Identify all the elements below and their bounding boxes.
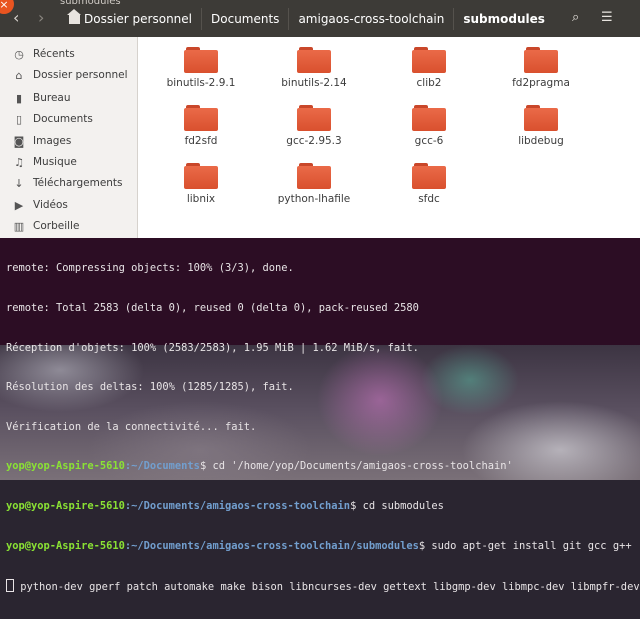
sidebar-item-label: Récents: [33, 48, 75, 60]
folder-label: binutils-2.9.1: [166, 77, 236, 89]
folder-icon: [184, 47, 218, 73]
sidebar-item-label: Vidéos: [33, 199, 68, 211]
folder-label: python-lhafile: [277, 193, 351, 205]
sidebar-item-home[interactable]: ⌂ Dossier personnel: [0, 65, 137, 85]
terminal-cursor: [6, 579, 14, 593]
terminal-line: remote: Total 2583 (delta 0), reused 0 (…: [6, 302, 419, 314]
terminal-prompt-line: yop@yop-Aspire-5610:~/Documents/amigaos-…: [6, 540, 640, 553]
desktop-icon: ▮: [15, 91, 23, 105]
folder-item[interactable]: sfdc: [374, 155, 484, 215]
folder-label: fd2sfd: [184, 135, 218, 147]
folder-grid: binutils-2.9.1 binutils-2.14 clib2 fd2pr…: [138, 37, 640, 238]
clock-icon: ◷: [14, 47, 24, 61]
back-button[interactable]: ‹: [13, 10, 19, 26]
terminal-prompt-line: yop@yop-Aspire-5610:~/Documents/amigaos-…: [6, 500, 640, 513]
folder-label: gcc-2.95.3: [286, 135, 342, 147]
prompt-command: $ sudo apt-get install git gcc g++: [418, 539, 632, 552]
folder-label: libdebug: [518, 135, 564, 147]
sidebar: ◷ Récents ⌂ Dossier personnel ▮ Bureau ▯ Doc…: [0, 37, 138, 238]
terminal-line: Résolution des deltas: 100% (1285/1285),…: [6, 381, 294, 394]
folder-label: gcc-6: [414, 135, 444, 147]
prompt-path: :~/Documents/amigaos-cross-toolchain/sub…: [124, 539, 419, 552]
folder-icon: [184, 163, 218, 189]
prompt-user: yop@yop-Aspire-5610: [6, 539, 125, 552]
folder-label: libnix: [186, 193, 216, 205]
file-manager-window: × submodules ‹ › Dossier personnel Docum…: [0, 0, 640, 238]
terminal-input-line[interactable]: python-dev gperf patch automake make bis…: [6, 579, 640, 592]
folder-item[interactable]: fd2sfd: [146, 97, 256, 157]
folder-label: clib2: [416, 77, 442, 89]
folder-icon: [524, 105, 558, 131]
folder-item[interactable]: fd2pragma: [486, 39, 596, 99]
document-icon: ▯: [15, 112, 23, 126]
forward-button[interactable]: ›: [38, 10, 44, 26]
sidebar-item-corbeille[interactable]: ▥ Corbeille: [0, 216, 137, 236]
window-title: submodules: [60, 0, 121, 7]
sidebar-item-label: Téléchargements: [33, 177, 123, 189]
terminal-line: Réception d'objets: 100% (2583/2583), 1.…: [6, 341, 419, 354]
list-view-icon[interactable]: ☰: [601, 10, 613, 25]
terminal-output: remote: Compressing objects: 100% (3/3),…: [6, 236, 640, 619]
download-icon: ↓: [14, 176, 24, 190]
sidebar-item-musique[interactable]: ♫ Musique: [0, 152, 137, 172]
folder-icon: [524, 47, 558, 73]
sidebar-item-bureau[interactable]: ▮ Bureau: [0, 88, 137, 108]
sidebar-item-label: Images: [33, 135, 72, 147]
folder-item[interactable]: clib2: [374, 39, 484, 99]
search-icon[interactable]: ⌕: [572, 10, 579, 25]
folder-item[interactable]: binutils-2.9.1: [146, 39, 256, 99]
terminal-line: Vérification de la connectivité... fait.: [6, 420, 257, 433]
terminal-line: remote: Compressing objects: 100% (3/3),…: [6, 262, 294, 275]
prompt-user: yop@yop-Aspire-5610: [6, 460, 125, 473]
breadcrumb-amigaos-cross-toolchain[interactable]: amigaos-cross-toolchain: [288, 8, 453, 30]
folder-icon: [412, 163, 446, 189]
home-icon: ⌂: [15, 68, 23, 82]
folder-item[interactable]: python-lhafile: [259, 155, 369, 215]
home-icon: [67, 9, 81, 24]
music-icon: ♫: [14, 155, 24, 169]
prompt-path: :~/Documents/amigaos-cross-toolchain: [124, 499, 351, 512]
sidebar-item-telechargements[interactable]: ↓ Téléchargements: [0, 173, 137, 193]
folder-icon: [297, 47, 331, 73]
prompt-user: yop@yop-Aspire-5610: [6, 499, 125, 512]
folder-item[interactable]: gcc-6: [374, 97, 484, 157]
sidebar-item-images[interactable]: ◙ Images: [0, 131, 137, 151]
breadcrumb-home[interactable]: Dossier personnel: [60, 8, 201, 30]
folder-icon: [412, 47, 446, 73]
folder-label: sfdc: [418, 193, 440, 205]
folder-item[interactable]: gcc-2.95.3: [259, 97, 369, 157]
folder-icon: [297, 105, 331, 131]
sidebar-item-videos[interactable]: ▶ Vidéos: [0, 195, 137, 215]
folder-item[interactable]: binutils-2.14: [259, 39, 369, 99]
trash-icon: ▥: [13, 219, 25, 233]
breadcrumb-label: Dossier personnel: [84, 12, 193, 26]
folder-item[interactable]: libdebug: [486, 97, 596, 157]
sidebar-item-label: Corbeille: [33, 220, 80, 232]
sidebar-item-label: Musique: [33, 156, 77, 168]
folder-label: binutils-2.14: [281, 77, 347, 89]
breadcrumb-documents[interactable]: Documents: [201, 8, 288, 30]
command-continuation: python-dev gperf patch automake make bis…: [20, 581, 640, 593]
camera-icon: ◙: [13, 134, 25, 148]
folder-icon: [297, 163, 331, 189]
folder-label: fd2pragma: [512, 77, 570, 89]
prompt-command: $ cd '/home/yop/Documents/amigaos-cross-…: [199, 460, 513, 473]
sidebar-item-label: Dossier personnel: [33, 69, 128, 81]
terminal-prompt-line: yop@yop-Aspire-5610:~/Documents$ cd '/ho…: [6, 460, 640, 473]
folder-icon: [412, 105, 446, 131]
video-icon: ▶: [14, 198, 24, 212]
prompt-path: :~/Documents: [124, 460, 200, 473]
folder-icon: [184, 105, 218, 131]
folder-item[interactable]: libnix: [146, 155, 256, 215]
sidebar-item-label: Documents: [33, 113, 93, 125]
close-button[interactable]: ×: [0, 0, 14, 14]
sidebar-item-documents[interactable]: ▯ Documents: [0, 109, 137, 129]
sidebar-item-recents[interactable]: ◷ Récents: [0, 44, 137, 64]
sidebar-item-label: Bureau: [33, 92, 71, 104]
header-bar: × submodules ‹ › Dossier personnel Docum…: [0, 0, 640, 37]
prompt-command: $ cd submodules: [350, 499, 444, 512]
breadcrumb-submodules[interactable]: submodules: [453, 8, 554, 30]
breadcrumb: Dossier personnel Documents amigaos-cros…: [60, 8, 554, 30]
